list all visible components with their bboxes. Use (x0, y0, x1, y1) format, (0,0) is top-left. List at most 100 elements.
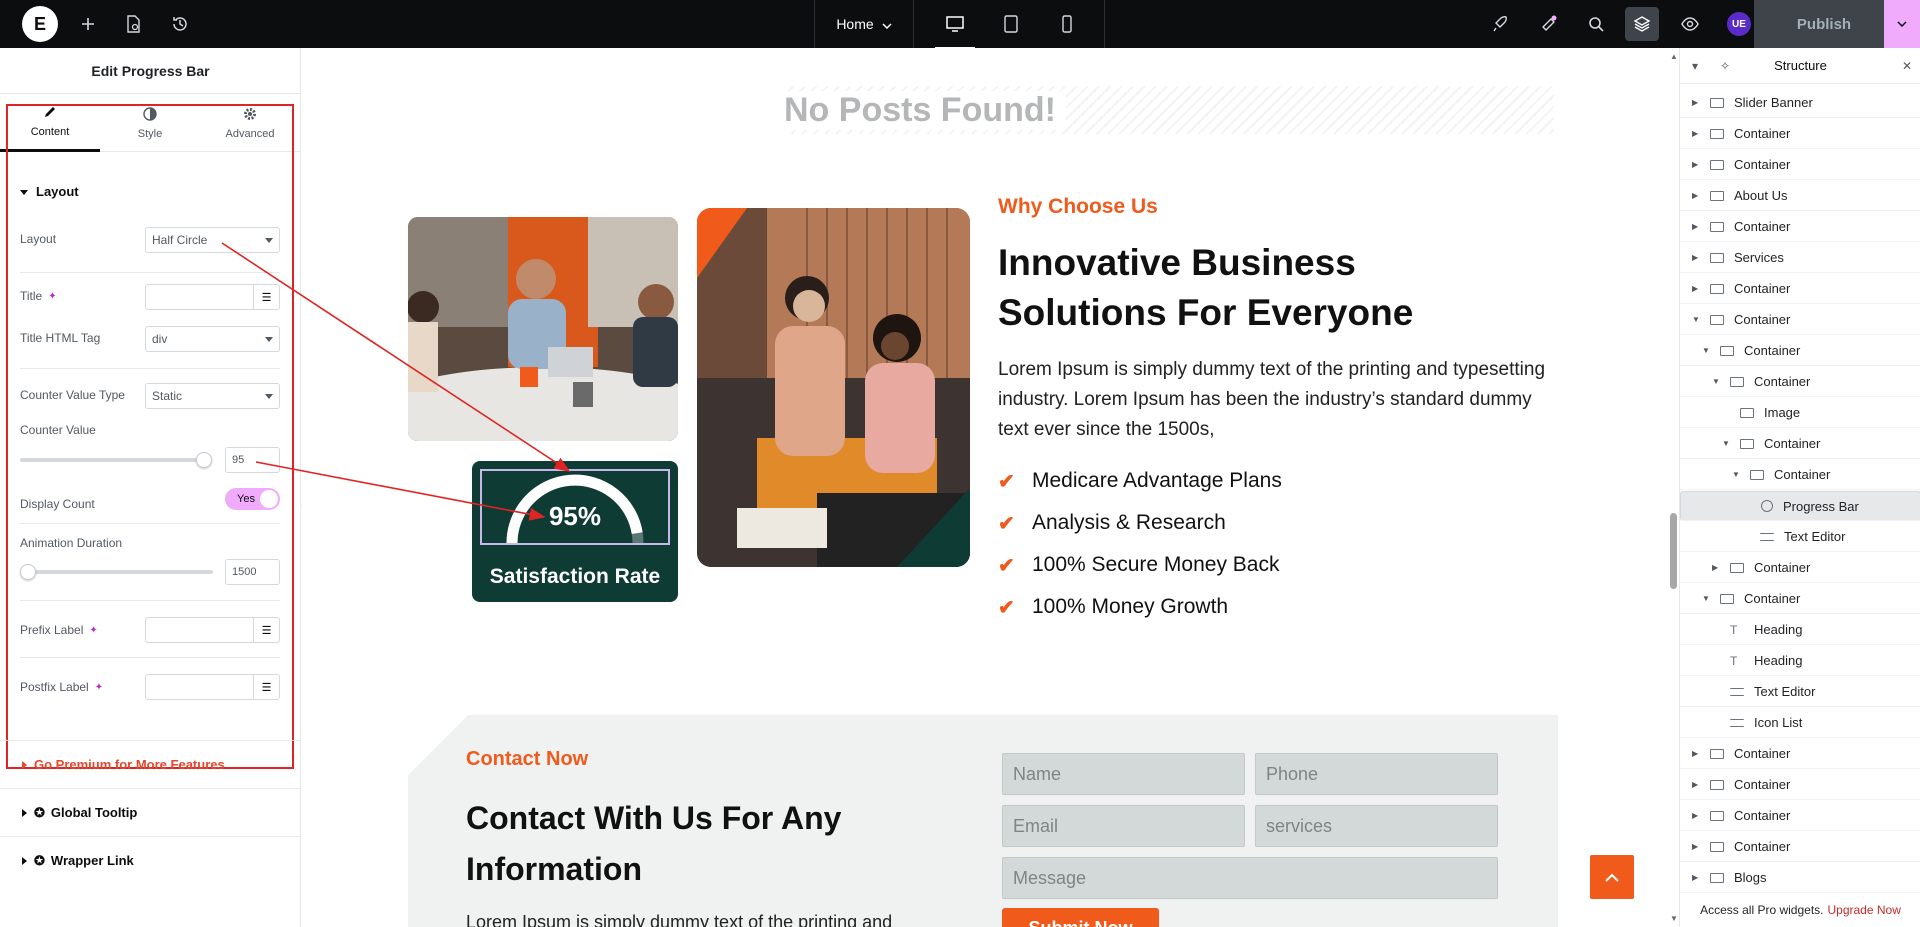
structure-node[interactable]: ▶ Blogs (1680, 863, 1920, 893)
tab-style[interactable]: Style (100, 94, 200, 152)
caret-right-icon[interactable]: ▶ (1692, 842, 1702, 851)
email-field[interactable]: Email (1002, 805, 1245, 847)
structure-node[interactable]: Progress Bar (1680, 491, 1920, 521)
desktop-icon[interactable] (935, 12, 975, 49)
add-element-icon[interactable] (76, 12, 100, 36)
name-field[interactable]: Name (1002, 753, 1245, 795)
structure-node[interactable]: ▶ Container (1680, 150, 1920, 180)
caret-right-icon[interactable]: ▶ (1692, 191, 1702, 200)
scroll-up-arrow-icon[interactable]: ▲ (1670, 52, 1678, 61)
structure-node[interactable]: ▶ Container (1680, 832, 1920, 862)
animation-duration-slider[interactable] (20, 564, 213, 580)
caret-down-icon[interactable]: ▼ (1702, 346, 1712, 355)
counter-value-input[interactable]: 95 (225, 447, 280, 473)
structure-node[interactable]: T Heading (1680, 646, 1920, 676)
structure-node[interactable]: ▶ Container (1680, 770, 1920, 800)
caret-right-icon[interactable]: ▶ (1712, 563, 1722, 572)
counter-value-type-select[interactable]: Static (145, 383, 280, 409)
search-icon[interactable] (1584, 12, 1608, 36)
publish-options-chevron-icon[interactable] (1884, 0, 1920, 48)
structure-node[interactable]: Image (1680, 398, 1920, 428)
layout-select[interactable]: Half Circle (145, 227, 280, 253)
caret-right-icon[interactable]: ▶ (1692, 811, 1702, 820)
slider-handle[interactable] (196, 452, 212, 468)
caret-right-icon[interactable]: ▶ (1692, 222, 1702, 231)
rocket-icon[interactable] (1488, 12, 1512, 36)
caret-right-icon[interactable]: ▶ (1692, 873, 1702, 882)
wrapper-link-accordion[interactable]: ✪ Wrapper Link (0, 836, 301, 884)
ai-sparkle-icon[interactable]: ✦ (48, 291, 56, 302)
scroll-to-top-button[interactable] (1590, 855, 1634, 899)
counter-value-slider[interactable] (20, 452, 212, 468)
caret-down-icon[interactable]: ▼ (1692, 315, 1702, 324)
submit-button[interactable]: Submit Now (1002, 908, 1159, 927)
caret-right-icon[interactable]: ▶ (1692, 98, 1702, 107)
structure-node[interactable]: ▼ Container (1680, 305, 1920, 335)
scroll-down-arrow-icon[interactable]: ▼ (1670, 914, 1678, 923)
caret-down-icon[interactable]: ▼ (1722, 439, 1732, 448)
structure-node[interactable]: ▼ Container (1680, 460, 1920, 490)
structure-node[interactable]: Icon List (1680, 708, 1920, 738)
structure-node[interactable]: ▶ Services (1680, 243, 1920, 273)
caret-right-icon[interactable]: ▶ (1692, 160, 1702, 169)
title-html-tag-select[interactable]: div (145, 326, 280, 352)
structure-node[interactable]: Text Editor (1680, 522, 1920, 552)
prefix-label-input[interactable]: ☰ (145, 617, 280, 643)
postfix-label-input[interactable]: ☰ (145, 674, 280, 700)
history-icon[interactable] (168, 12, 192, 36)
dynamic-tags-icon[interactable]: ☰ (253, 675, 279, 699)
publish-button[interactable]: Publish (1754, 0, 1894, 48)
structure-node[interactable]: Text Editor (1680, 677, 1920, 707)
phone-field[interactable]: Phone (1255, 753, 1498, 795)
slider-handle[interactable] (20, 564, 36, 580)
scrollbar-thumb[interactable] (1670, 513, 1677, 589)
close-icon[interactable]: ✕ (1902, 59, 1912, 73)
whats-new-icon[interactable] (1537, 12, 1561, 36)
structure-node[interactable]: ▶ Slider Banner (1680, 88, 1920, 118)
progress-bar-widget[interactable]: 95% Satisfaction Rate (472, 461, 678, 602)
structure-node[interactable]: ▼ Container (1680, 336, 1920, 366)
tablet-icon[interactable] (998, 12, 1024, 36)
mobile-icon[interactable] (1054, 12, 1080, 36)
caret-right-icon[interactable]: ▶ (1692, 129, 1702, 138)
preview-eye-icon[interactable] (1678, 12, 1702, 36)
elementor-logo-icon[interactable]: E (22, 6, 58, 42)
message-field[interactable]: Message (1002, 857, 1498, 899)
tab-advanced[interactable]: Advanced (200, 94, 300, 152)
caret-right-icon[interactable]: ▶ (1692, 253, 1702, 262)
structure-node[interactable]: ▶ Container (1680, 212, 1920, 242)
layout-section-header[interactable]: Layout (20, 184, 79, 199)
display-count-toggle[interactable]: Yes (225, 488, 280, 510)
caret-down-icon[interactable]: ▼ (1712, 377, 1722, 386)
structure-node[interactable]: T Heading (1680, 615, 1920, 645)
structure-node[interactable]: ▶ Container (1680, 801, 1920, 831)
caret-down-icon[interactable]: ▼ (1702, 594, 1712, 603)
global-tooltip-accordion[interactable]: ✪ Global Tooltip (0, 788, 301, 836)
upgrade-now-link[interactable]: Upgrade Now (1828, 903, 1901, 917)
caret-right-icon[interactable]: ▶ (1692, 749, 1702, 758)
structure-node[interactable]: ▶ Container (1680, 739, 1920, 769)
structure-node[interactable]: ▼ Container (1680, 429, 1920, 459)
caret-right-icon[interactable]: ▶ (1692, 284, 1702, 293)
ai-navigator-icon[interactable]: ✧ (1720, 59, 1730, 73)
ai-sparkle-icon[interactable]: ✦ (89, 625, 97, 636)
title-input[interactable]: ☰ (145, 284, 280, 310)
page-settings-icon[interactable] (121, 12, 145, 36)
structure-node[interactable]: ▼ Container (1680, 367, 1920, 397)
structure-node[interactable]: ▶ Container (1680, 119, 1920, 149)
ai-sparkle-icon[interactable]: ✦ (95, 682, 103, 693)
animation-duration-input[interactable]: 1500 (225, 559, 280, 585)
structure-node[interactable]: ▼ Container (1680, 584, 1920, 614)
tab-content[interactable]: Content (0, 94, 100, 152)
dynamic-tags-icon[interactable]: ☰ (253, 285, 279, 309)
go-premium-accordion[interactable]: Go Premium for More Features (0, 740, 301, 788)
structure-node[interactable]: ▶ About Us (1680, 181, 1920, 211)
structure-node[interactable]: ▶ Container (1680, 274, 1920, 304)
services-field[interactable]: services (1255, 805, 1498, 847)
caret-right-icon[interactable]: ▶ (1692, 780, 1702, 789)
canvas-scrollbar[interactable]: ▲ ▼ (1669, 48, 1678, 927)
user-avatar[interactable]: UE (1727, 12, 1751, 36)
page-selector[interactable]: Home (814, 0, 914, 48)
structure-layers-icon[interactable] (1625, 7, 1659, 41)
collapse-all-icon[interactable]: ▾ (1692, 59, 1698, 73)
